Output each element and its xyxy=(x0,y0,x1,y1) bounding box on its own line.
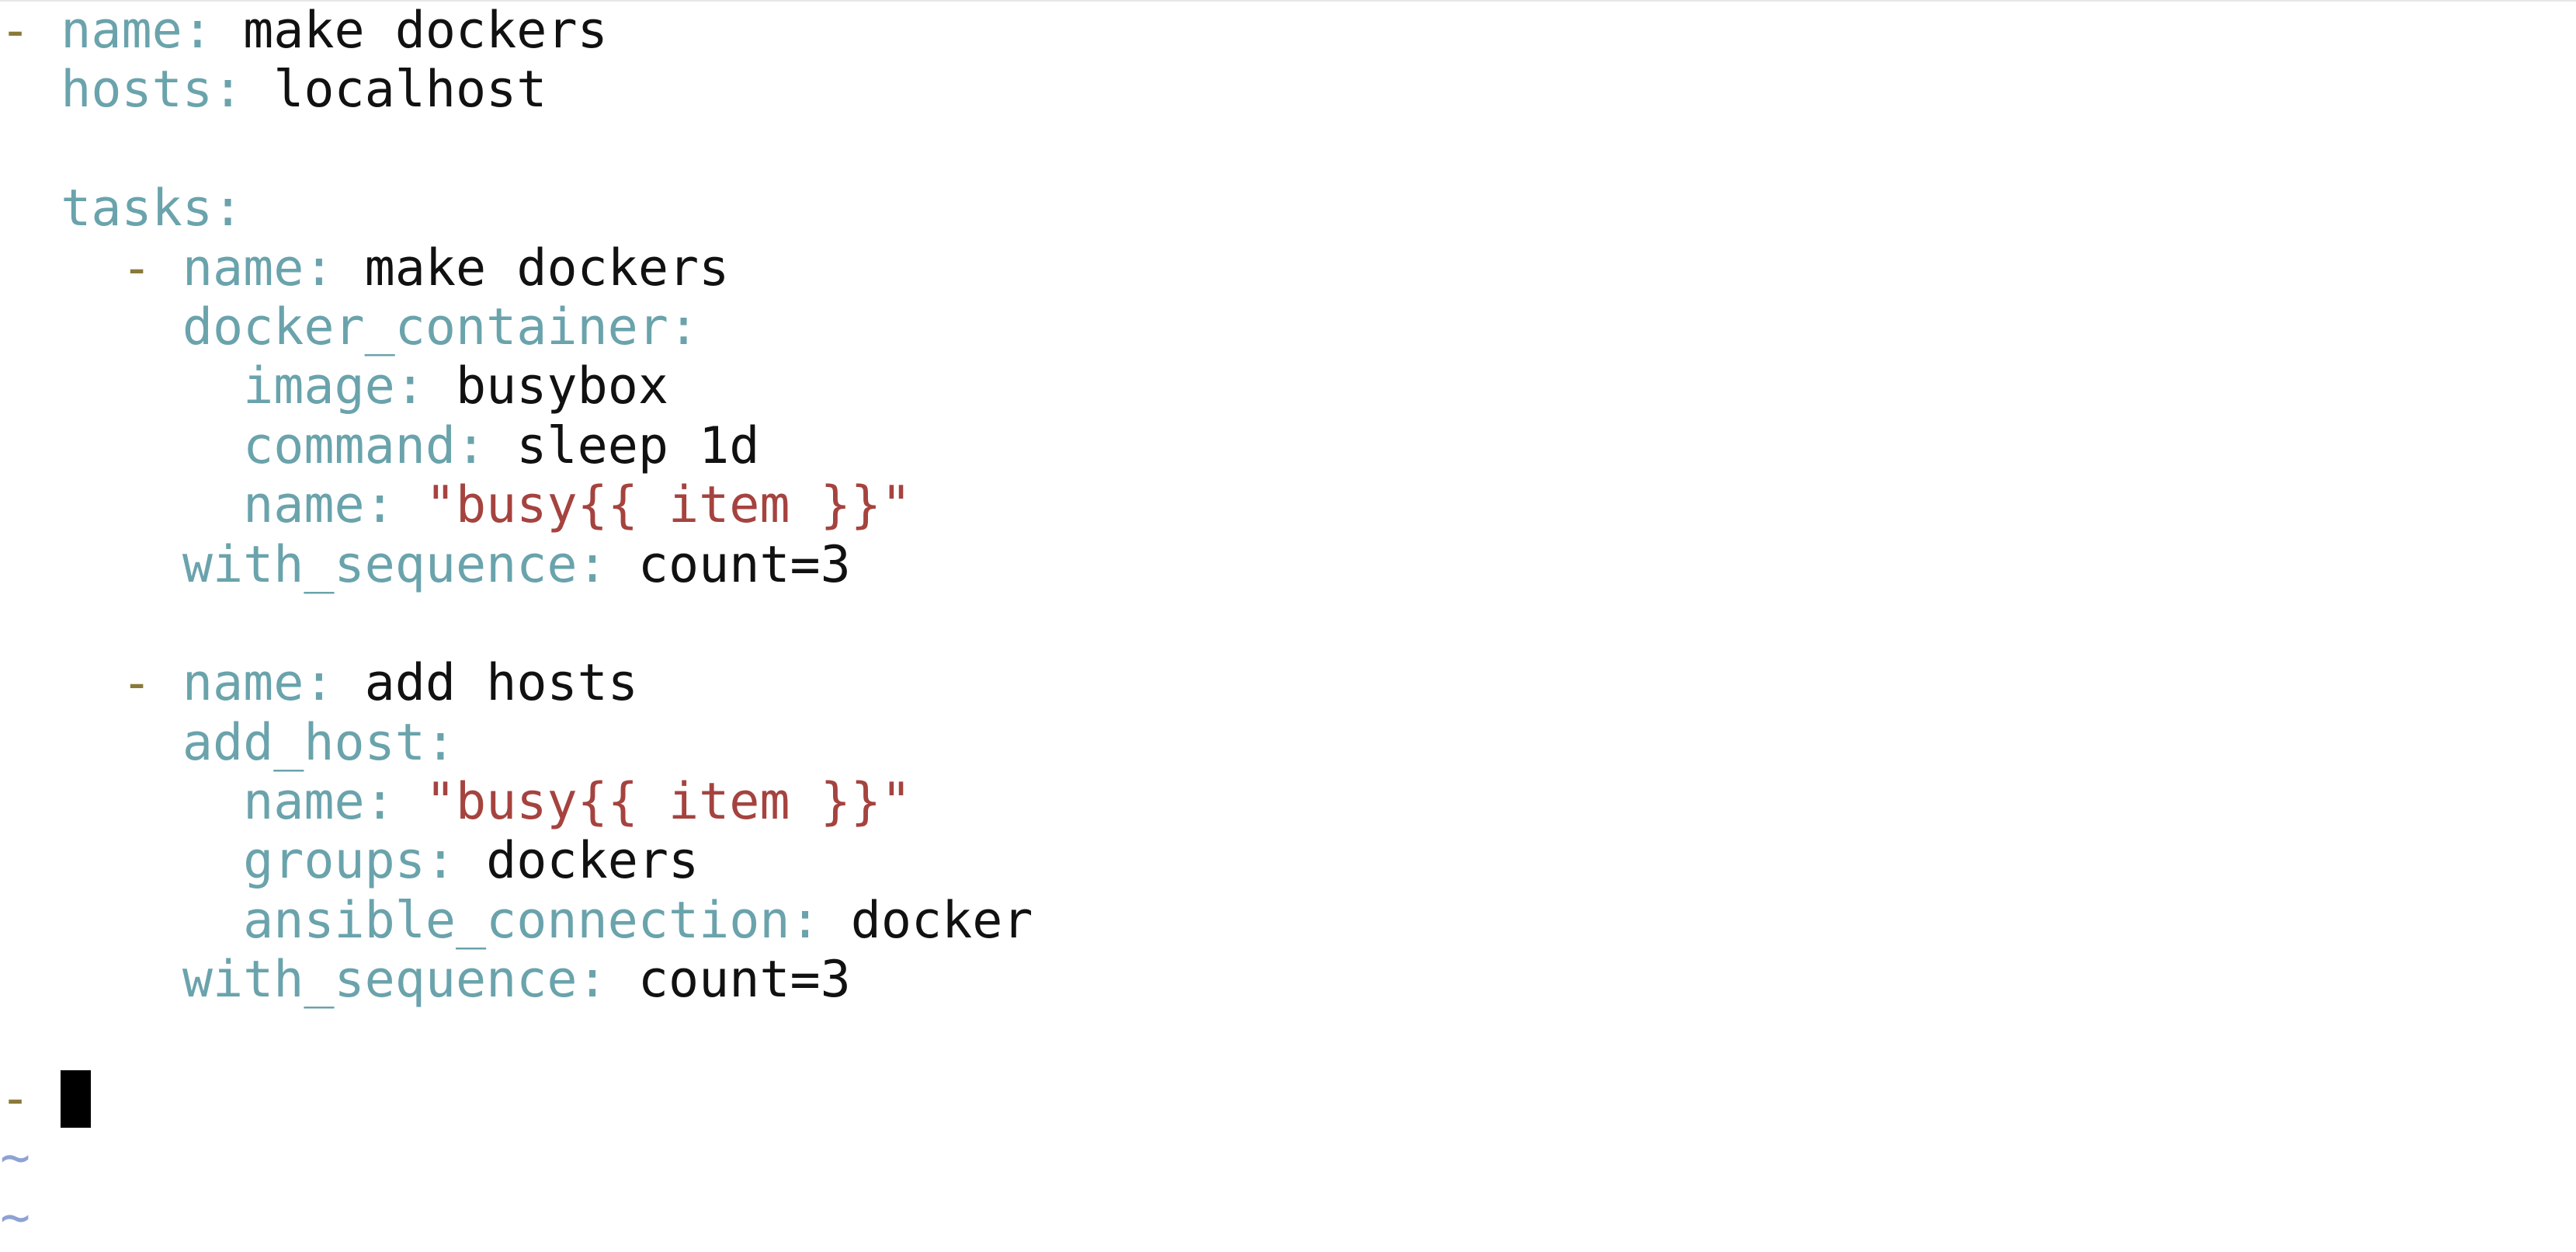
code-line-4: tasks: xyxy=(0,179,2576,238)
code-line-10: with_sequence: count=3 xyxy=(0,536,2576,595)
yaml-key: with_sequence xyxy=(182,951,578,1010)
key-colon: : xyxy=(577,951,638,1010)
empty-line-marker: ~ xyxy=(0,1129,2576,1188)
key-colon: : xyxy=(425,713,457,772)
yaml-value: make dockers xyxy=(243,2,608,60)
yaml-key: docker_container xyxy=(182,297,668,356)
yaml-key: name xyxy=(61,2,182,60)
key-colon: : xyxy=(212,61,274,120)
yaml-value: make dockers xyxy=(364,238,730,297)
code-line-17: with_sequence: count=3 xyxy=(0,951,2576,1010)
yaml-string-value: "busy{{ item }}" xyxy=(425,773,912,832)
code-line-3-blank xyxy=(0,120,2576,179)
yaml-value: localhost xyxy=(273,61,547,120)
list-dash: - xyxy=(0,2,61,60)
yaml-key: with_sequence xyxy=(182,535,578,594)
yaml-key: name xyxy=(182,654,304,713)
yaml-editor[interactable]: - name: make dockers hosts: localhost ta… xyxy=(0,0,2576,1252)
code-line-5: - name: make dockers xyxy=(0,239,2576,298)
cursor-line[interactable]: - xyxy=(0,1069,2576,1129)
yaml-key: name xyxy=(243,773,365,832)
code-line-14: name: "busy{{ item }}" xyxy=(0,773,2576,832)
tilde-marker: ~ xyxy=(0,1188,31,1247)
key-colon: : xyxy=(364,476,425,535)
code-line-9: name: "busy{{ item }}" xyxy=(0,476,2576,535)
code-line-12: - name: add hosts xyxy=(0,654,2576,713)
key-colon: : xyxy=(668,297,700,356)
yaml-value: dockers xyxy=(486,832,700,891)
yaml-value: busybox xyxy=(456,357,668,416)
yaml-string-value: "busy{{ item }}" xyxy=(425,476,912,535)
key-colon: : xyxy=(456,416,517,475)
yaml-value: add hosts xyxy=(364,654,638,713)
code-line-7: image: busybox xyxy=(0,357,2576,416)
yaml-value: count=3 xyxy=(637,951,851,1010)
yaml-key: command xyxy=(243,416,457,475)
code-line-13: add_host: xyxy=(0,714,2576,773)
list-dash: - xyxy=(121,238,182,297)
code-line-2: hosts: localhost xyxy=(0,61,2576,120)
code-line-8: command: sleep 1d xyxy=(0,417,2576,476)
yaml-value: docker xyxy=(850,891,1033,950)
yaml-key: image xyxy=(243,357,395,416)
key-colon: : xyxy=(790,891,851,950)
yaml-key: name xyxy=(243,476,365,535)
yaml-key: tasks xyxy=(61,179,213,238)
code-line-15: groups: dockers xyxy=(0,832,2576,891)
code-line-11-blank xyxy=(0,595,2576,654)
yaml-value: count=3 xyxy=(637,535,851,594)
key-colon: : xyxy=(212,179,244,238)
text-cursor xyxy=(61,1070,92,1129)
code-line-1: - name: make dockers xyxy=(0,2,2576,61)
code-line-18-blank xyxy=(0,1010,2576,1069)
code-line-6: docker_container: xyxy=(0,298,2576,357)
yaml-key: name xyxy=(182,238,304,297)
yaml-key: groups xyxy=(243,832,425,891)
list-dash: - xyxy=(0,1069,61,1129)
key-colon: : xyxy=(425,832,487,891)
key-colon: : xyxy=(304,654,365,713)
list-dash: - xyxy=(121,654,182,713)
yaml-key: ansible_connection xyxy=(243,891,790,950)
top-border xyxy=(0,0,2576,2)
key-colon: : xyxy=(364,773,425,832)
key-colon: : xyxy=(394,357,457,416)
key-colon: : xyxy=(577,535,638,594)
yaml-value: sleep 1d xyxy=(516,416,760,475)
key-colon: : xyxy=(182,2,244,60)
yaml-key: add_host xyxy=(182,713,425,772)
code-line-16: ansible_connection: docker xyxy=(0,892,2576,951)
tilde-marker: ~ xyxy=(0,1129,31,1188)
yaml-key: hosts xyxy=(61,61,213,120)
empty-line-marker: ~ xyxy=(0,1188,2576,1247)
key-colon: : xyxy=(304,238,365,297)
